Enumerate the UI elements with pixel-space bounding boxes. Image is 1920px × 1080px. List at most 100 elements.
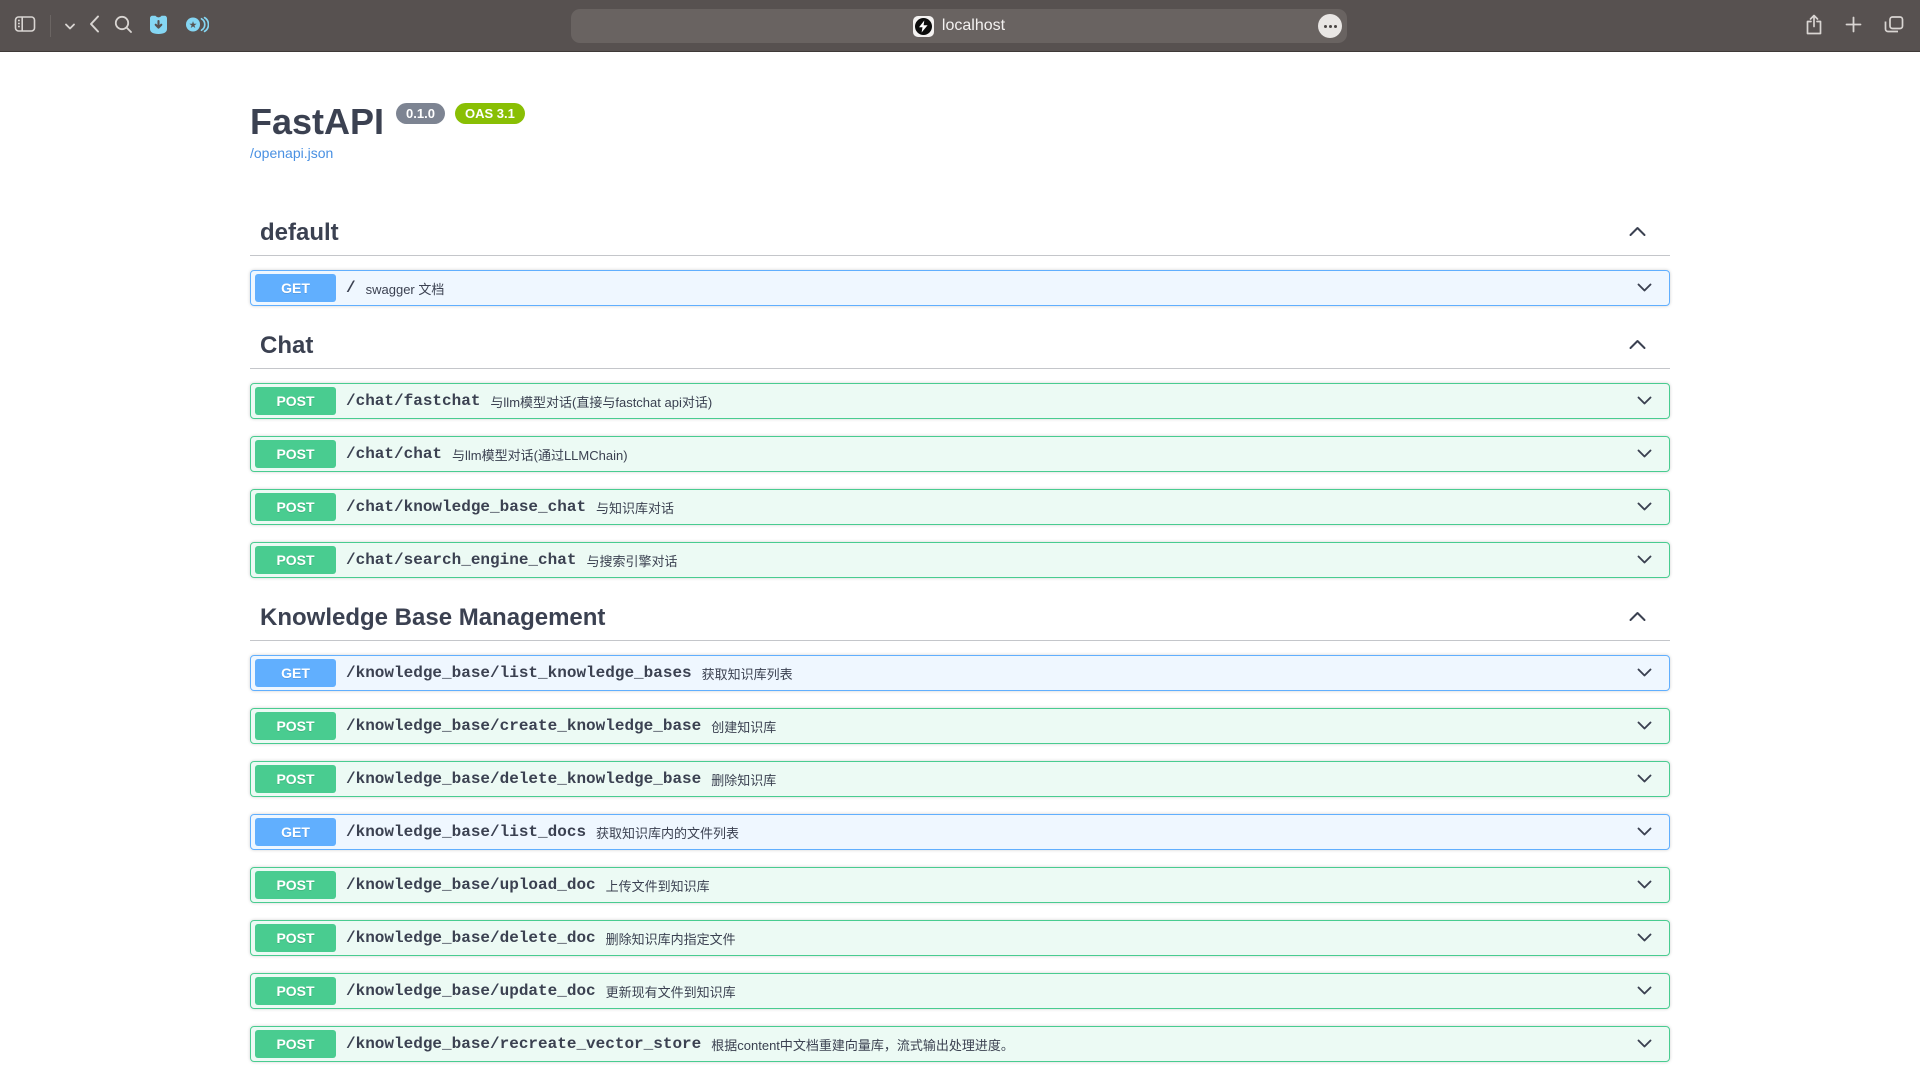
tag-section: default GET / swagger 文档 bbox=[250, 210, 1670, 306]
expand-endpoint-button[interactable] bbox=[1633, 821, 1656, 844]
method-badge: POST bbox=[255, 712, 336, 740]
method-badge: POST bbox=[255, 440, 336, 468]
expand-endpoint-button[interactable] bbox=[1633, 277, 1656, 300]
endpoint-path: /knowledge_base/list_knowledge_bases bbox=[336, 664, 702, 682]
endpoint-path: /knowledge_base/list_docs bbox=[336, 823, 596, 841]
method-badge: POST bbox=[255, 1030, 336, 1058]
section-endpoints: POST /chat/fastchat 与llm模型对话(直接与fastchat… bbox=[250, 383, 1670, 578]
expand-endpoint-button[interactable] bbox=[1633, 1033, 1656, 1056]
chevron-down-icon bbox=[1637, 878, 1652, 893]
chevron-down-icon bbox=[1637, 553, 1652, 568]
sidebar-dropdown-button[interactable] bbox=[65, 18, 75, 33]
api-title-text: FastAPI bbox=[250, 100, 384, 143]
tab-overview-icon bbox=[1884, 15, 1904, 37]
endpoint-row: POST /knowledge_base/delete_doc 删除知识库内指定… bbox=[250, 920, 1670, 956]
toolbar-divider bbox=[50, 15, 51, 37]
expand-endpoint-button[interactable] bbox=[1633, 443, 1656, 466]
address-bar[interactable]: localhost bbox=[571, 9, 1347, 43]
endpoint-path: /chat/search_engine_chat bbox=[336, 551, 586, 569]
endpoint-row: POST /chat/chat 与llm模型对话(通过LLMChain) bbox=[250, 436, 1670, 472]
tag-section-header[interactable]: default bbox=[250, 210, 1670, 256]
endpoint-description: 与搜索引擎对话 bbox=[586, 551, 677, 570]
endpoint-path: / bbox=[336, 279, 366, 297]
expand-endpoint-button[interactable] bbox=[1633, 980, 1656, 1003]
endpoint-summary[interactable]: POST /chat/fastchat 与llm模型对话(直接与fastchat… bbox=[251, 384, 1669, 418]
extension-shield-download-button[interactable] bbox=[147, 14, 170, 38]
method-badge: POST bbox=[255, 387, 336, 415]
site-favicon bbox=[913, 16, 934, 37]
collapse-section-button[interactable] bbox=[1625, 334, 1650, 357]
endpoint-description: 创建知识库 bbox=[711, 717, 776, 736]
back-icon bbox=[89, 15, 100, 36]
chevron-down-icon bbox=[1637, 447, 1652, 462]
endpoint-description: 获取知识库列表 bbox=[702, 664, 793, 683]
tag-section: Chat POST /chat/fastchat 与llm模型对话(直接与fas… bbox=[250, 323, 1670, 578]
ellipsis-icon bbox=[1324, 25, 1327, 28]
oas-badge: OAS 3.1 bbox=[455, 103, 525, 124]
tag-section-header[interactable]: Knowledge Base Management bbox=[250, 595, 1670, 641]
share-button[interactable] bbox=[1805, 14, 1823, 38]
endpoint-description: 上传文件到知识库 bbox=[606, 876, 710, 895]
endpoint-description: 与知识库对话 bbox=[596, 498, 674, 517]
endpoint-summary[interactable]: POST /chat/search_engine_chat 与搜索引擎对话 bbox=[251, 543, 1669, 577]
endpoint-row: GET /knowledge_base/list_knowledge_bases… bbox=[250, 655, 1670, 691]
shield-download-icon bbox=[147, 14, 170, 38]
endpoint-row: POST /chat/fastchat 与llm模型对话(直接与fastchat… bbox=[250, 383, 1670, 419]
openapi-spec-link[interactable]: /openapi.json bbox=[250, 145, 333, 161]
endpoint-summary[interactable]: GET /knowledge_base/list_knowledge_bases… bbox=[251, 656, 1669, 690]
browser-toolbar: ★ localhost bbox=[0, 0, 1920, 52]
new-tab-button[interactable] bbox=[1845, 16, 1862, 36]
endpoint-summary[interactable]: POST /knowledge_base/create_knowledge_ba… bbox=[251, 709, 1669, 743]
expand-endpoint-button[interactable] bbox=[1633, 927, 1656, 950]
extension-circles-star-button[interactable]: ★ bbox=[184, 14, 209, 38]
tab-overview-button[interactable] bbox=[1884, 15, 1904, 37]
expand-endpoint-button[interactable] bbox=[1633, 768, 1656, 791]
endpoint-path: /knowledge_base/delete_knowledge_base bbox=[336, 770, 711, 788]
chevron-down-icon bbox=[1637, 500, 1652, 515]
endpoint-summary[interactable]: POST /knowledge_base/update_doc 更新现有文件到知… bbox=[251, 974, 1669, 1008]
chevron-down-icon bbox=[1637, 984, 1652, 999]
collapse-section-button[interactable] bbox=[1625, 606, 1650, 629]
chevron-down-icon bbox=[65, 18, 75, 33]
endpoint-summary[interactable]: POST /knowledge_base/delete_knowledge_ba… bbox=[251, 762, 1669, 796]
method-badge: POST bbox=[255, 871, 336, 899]
expand-endpoint-button[interactable] bbox=[1633, 662, 1656, 685]
expand-endpoint-button[interactable] bbox=[1633, 874, 1656, 897]
endpoint-summary[interactable]: GET / swagger 文档 bbox=[251, 271, 1669, 305]
tag-section-header[interactable]: Chat bbox=[250, 323, 1670, 369]
endpoint-path: /knowledge_base/recreate_vector_store bbox=[336, 1035, 711, 1053]
chevron-down-icon bbox=[1637, 825, 1652, 840]
endpoint-summary[interactable]: POST /chat/knowledge_base_chat 与知识库对话 bbox=[251, 490, 1669, 524]
endpoint-summary[interactable]: GET /knowledge_base/list_docs 获取知识库内的文件列… bbox=[251, 815, 1669, 849]
endpoint-description: 获取知识库内的文件列表 bbox=[596, 823, 739, 842]
endpoint-row: POST /chat/search_engine_chat 与搜索引擎对话 bbox=[250, 542, 1670, 578]
expand-endpoint-button[interactable] bbox=[1633, 715, 1656, 738]
endpoint-row: POST /knowledge_base/recreate_vector_sto… bbox=[250, 1026, 1670, 1062]
endpoint-path: /chat/knowledge_base_chat bbox=[336, 498, 596, 516]
collapse-section-button[interactable] bbox=[1625, 221, 1650, 244]
endpoint-path: /knowledge_base/delete_doc bbox=[336, 929, 606, 947]
expand-endpoint-button[interactable] bbox=[1633, 390, 1656, 413]
expand-endpoint-button[interactable] bbox=[1633, 496, 1656, 519]
url-host-text: localhost bbox=[942, 17, 1005, 35]
search-icon bbox=[114, 15, 133, 37]
endpoint-summary[interactable]: POST /knowledge_base/recreate_vector_sto… bbox=[251, 1027, 1669, 1061]
sidebar-toggle-button[interactable] bbox=[14, 14, 36, 37]
endpoint-summary[interactable]: POST /knowledge_base/upload_doc 上传文件到知识库 bbox=[251, 868, 1669, 902]
endpoint-description: 删除知识库 bbox=[711, 770, 776, 789]
back-button[interactable] bbox=[89, 15, 100, 36]
endpoint-summary[interactable]: POST /chat/chat 与llm模型对话(通过LLMChain) bbox=[251, 437, 1669, 471]
expand-endpoint-button[interactable] bbox=[1633, 549, 1656, 572]
search-button[interactable] bbox=[114, 15, 133, 37]
tag-section: Knowledge Base Management GET /knowledge… bbox=[250, 595, 1670, 1062]
page-title: FastAPI 0.1.0 OAS 3.1 bbox=[250, 100, 1670, 143]
version-badge: 0.1.0 bbox=[396, 103, 445, 124]
endpoint-row: GET / swagger 文档 bbox=[250, 270, 1670, 306]
endpoint-row: POST /knowledge_base/create_knowledge_ba… bbox=[250, 708, 1670, 744]
chevron-up-icon bbox=[1629, 225, 1646, 240]
section-endpoints: GET /knowledge_base/list_knowledge_bases… bbox=[250, 655, 1670, 1062]
page-settings-button[interactable] bbox=[1318, 14, 1342, 38]
endpoint-summary[interactable]: POST /knowledge_base/delete_doc 删除知识库内指定… bbox=[251, 921, 1669, 955]
section-title: Chat bbox=[260, 331, 313, 360]
chevron-up-icon bbox=[1629, 338, 1646, 353]
